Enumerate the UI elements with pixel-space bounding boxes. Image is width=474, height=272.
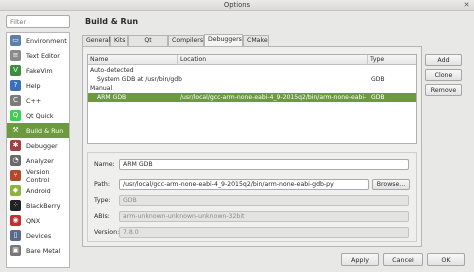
sidebar-item-label: Build & Run — [26, 126, 64, 135]
filter-field[interactable] — [6, 15, 70, 28]
ok-button[interactable]: OK — [427, 253, 465, 266]
tab-general[interactable]: General — [82, 35, 110, 46]
group-header[interactable]: Auto-detected — [88, 66, 416, 75]
sidebar-item-label: Version Control — [26, 167, 50, 184]
category-sidebar: ▭ Environment ≡ Text Editor V FakeVim? Help C C+… — [6, 32, 70, 268]
tab-label: Compilers — [172, 37, 204, 44]
name-label: Name: — [94, 161, 115, 168]
devices-icon: ▯ — [10, 230, 21, 241]
sidebar-item-analyzer[interactable]: ◔ Analyzer — [7, 153, 69, 168]
tab-label: Kits — [114, 37, 126, 44]
blackberry-icon: ⁘ — [10, 200, 21, 211]
cpp-icon: C — [10, 95, 21, 106]
debugger-name: System GDB at /usr/bin/gdb — [97, 76, 182, 83]
group-header[interactable]: Manual — [88, 84, 416, 93]
tab-kits[interactable]: Kits — [110, 35, 128, 46]
analyzer-icon: ◔ — [10, 155, 21, 166]
tab-debuggers[interactable]: Debuggers — [204, 34, 243, 46]
sidebar-item-label: C++ — [26, 96, 42, 105]
sidebar-item-qnx[interactable]: ◉ QNX — [7, 213, 69, 228]
tab-compilers[interactable]: Compilers — [168, 35, 204, 46]
path-field[interactable]: /usr/local/gcc-arm-none-eabi-4_9-2015q2/… — [119, 179, 369, 190]
sidebar-item-text-editor[interactable]: ≡ Text Editor — [7, 48, 69, 63]
build-run-icon: ⚒ — [10, 125, 21, 136]
debugger-type: GDB — [371, 94, 385, 101]
help-icon: ? — [10, 80, 21, 91]
column-header-name[interactable]: Name — [88, 55, 178, 65]
tab-label: Debuggers — [208, 36, 242, 43]
abis-field: arm-unknown-unknown-unknown-32bit — [119, 211, 409, 222]
sidebar-item-label: Help — [26, 81, 41, 90]
qt-quick-icon: Q — [10, 110, 21, 121]
sidebar-item-c[interactable]: C C++ — [7, 93, 69, 108]
debugger-type: GDB — [371, 76, 385, 83]
cancel-button[interactable]: Cancel — [383, 253, 423, 266]
page-title: Build & Run — [85, 17, 139, 26]
browse-button[interactable]: Browse... — [372, 179, 410, 190]
sidebar-item-version-control[interactable]: ⑂ Version Control — [7, 167, 69, 184]
version-field: 7.8.0 — [119, 227, 409, 238]
clone-button[interactable]: Clone — [425, 69, 462, 81]
group-label: Manual — [90, 85, 113, 92]
column-header-location[interactable]: Location — [178, 55, 368, 65]
debuggers-table: Name Location Type Auto-detected System … — [87, 54, 417, 144]
name-field[interactable]: ARM GDB — [119, 159, 409, 170]
sidebar-item-label: Debugger — [26, 141, 58, 150]
add-button[interactable]: Add — [425, 54, 462, 66]
sidebar-item-label: Devices — [26, 231, 52, 240]
tab-cmake[interactable]: CMake — [243, 35, 269, 46]
debugger-icon: ✱ — [10, 140, 21, 151]
window-title: Options — [223, 1, 251, 9]
version-label: Version: — [94, 229, 120, 236]
remove-button[interactable]: Remove — [425, 84, 462, 96]
window-titlebar: Options — [0, 0, 474, 11]
sidebar-item-label: Environment — [26, 36, 67, 45]
monitor-icon: ▭ — [10, 35, 21, 46]
version-control-icon: ⑂ — [10, 170, 21, 181]
sidebar-item-label: FakeVim — [26, 66, 53, 75]
document-icon: ≡ — [10, 50, 21, 61]
sidebar-item-build-run[interactable]: ⚒ Build & Run — [7, 123, 69, 138]
column-header-type[interactable]: Type — [368, 55, 416, 65]
filter-input[interactable] — [7, 16, 69, 27]
apply-button[interactable]: Apply — [341, 253, 379, 266]
table-row[interactable]: System GDB at /usr/bin/gdb GDB — [88, 75, 416, 84]
sidebar-item-debugger[interactable]: ✱ Debugger — [7, 138, 69, 153]
sidebar-item-fakevim[interactable]: V FakeVim — [7, 63, 69, 78]
table-row[interactable]: ARM GDB /usr/local/gcc-arm-none-eabi-4_9… — [88, 93, 416, 102]
path-label: Path: — [94, 181, 110, 188]
sidebar-item-label: Bare Metal — [26, 246, 61, 255]
vim-icon: V — [10, 65, 21, 76]
bare-metal-icon: ▣ — [10, 245, 21, 256]
type-field: GDB — [119, 195, 409, 206]
sidebar-item-environment[interactable]: ▭ Environment — [7, 33, 69, 48]
close-window-button[interactable]: ✕ — [462, 1, 471, 10]
sidebar-item-android[interactable]: ◆ Android — [7, 183, 69, 198]
sidebar-item-blackberry[interactable]: ⁘ BlackBerry — [7, 198, 69, 213]
group-label: Auto-detected — [90, 67, 134, 74]
debugger-location: /usr/local/gcc-arm-none-eabi-4_9-2015q2/… — [180, 94, 366, 101]
type-label: Type: — [94, 197, 111, 204]
sidebar-item-label: QNX — [26, 216, 41, 225]
sidebar-item-label: Text Editor — [26, 51, 60, 60]
sidebar-item-qt-quick[interactable]: Q Qt Quick — [7, 108, 69, 123]
close-icon: ✕ — [463, 1, 470, 9]
android-icon: ◆ — [10, 185, 21, 196]
sidebar-item-label: Analyzer — [26, 156, 54, 165]
tab-label: General — [86, 37, 111, 44]
sidebar-item-label: Android — [26, 186, 51, 195]
abis-label: ABIs: — [94, 213, 110, 220]
qnx-icon: ◉ — [10, 215, 21, 226]
sidebar-item-help[interactable]: ? Help — [7, 78, 69, 93]
tab-qt-versions[interactable]: Qt Versions — [128, 35, 168, 54]
debugger-name: ARM GDB — [97, 94, 127, 101]
sidebar-item-label: BlackBerry — [26, 201, 61, 210]
tab-label: CMake — [247, 37, 268, 44]
sidebar-item-devices[interactable]: ▯ Devices — [7, 228, 69, 243]
sidebar-item-label: Qt Quick — [26, 111, 54, 120]
sidebar-item-bare-metal[interactable]: ▣ Bare Metal — [7, 243, 69, 258]
